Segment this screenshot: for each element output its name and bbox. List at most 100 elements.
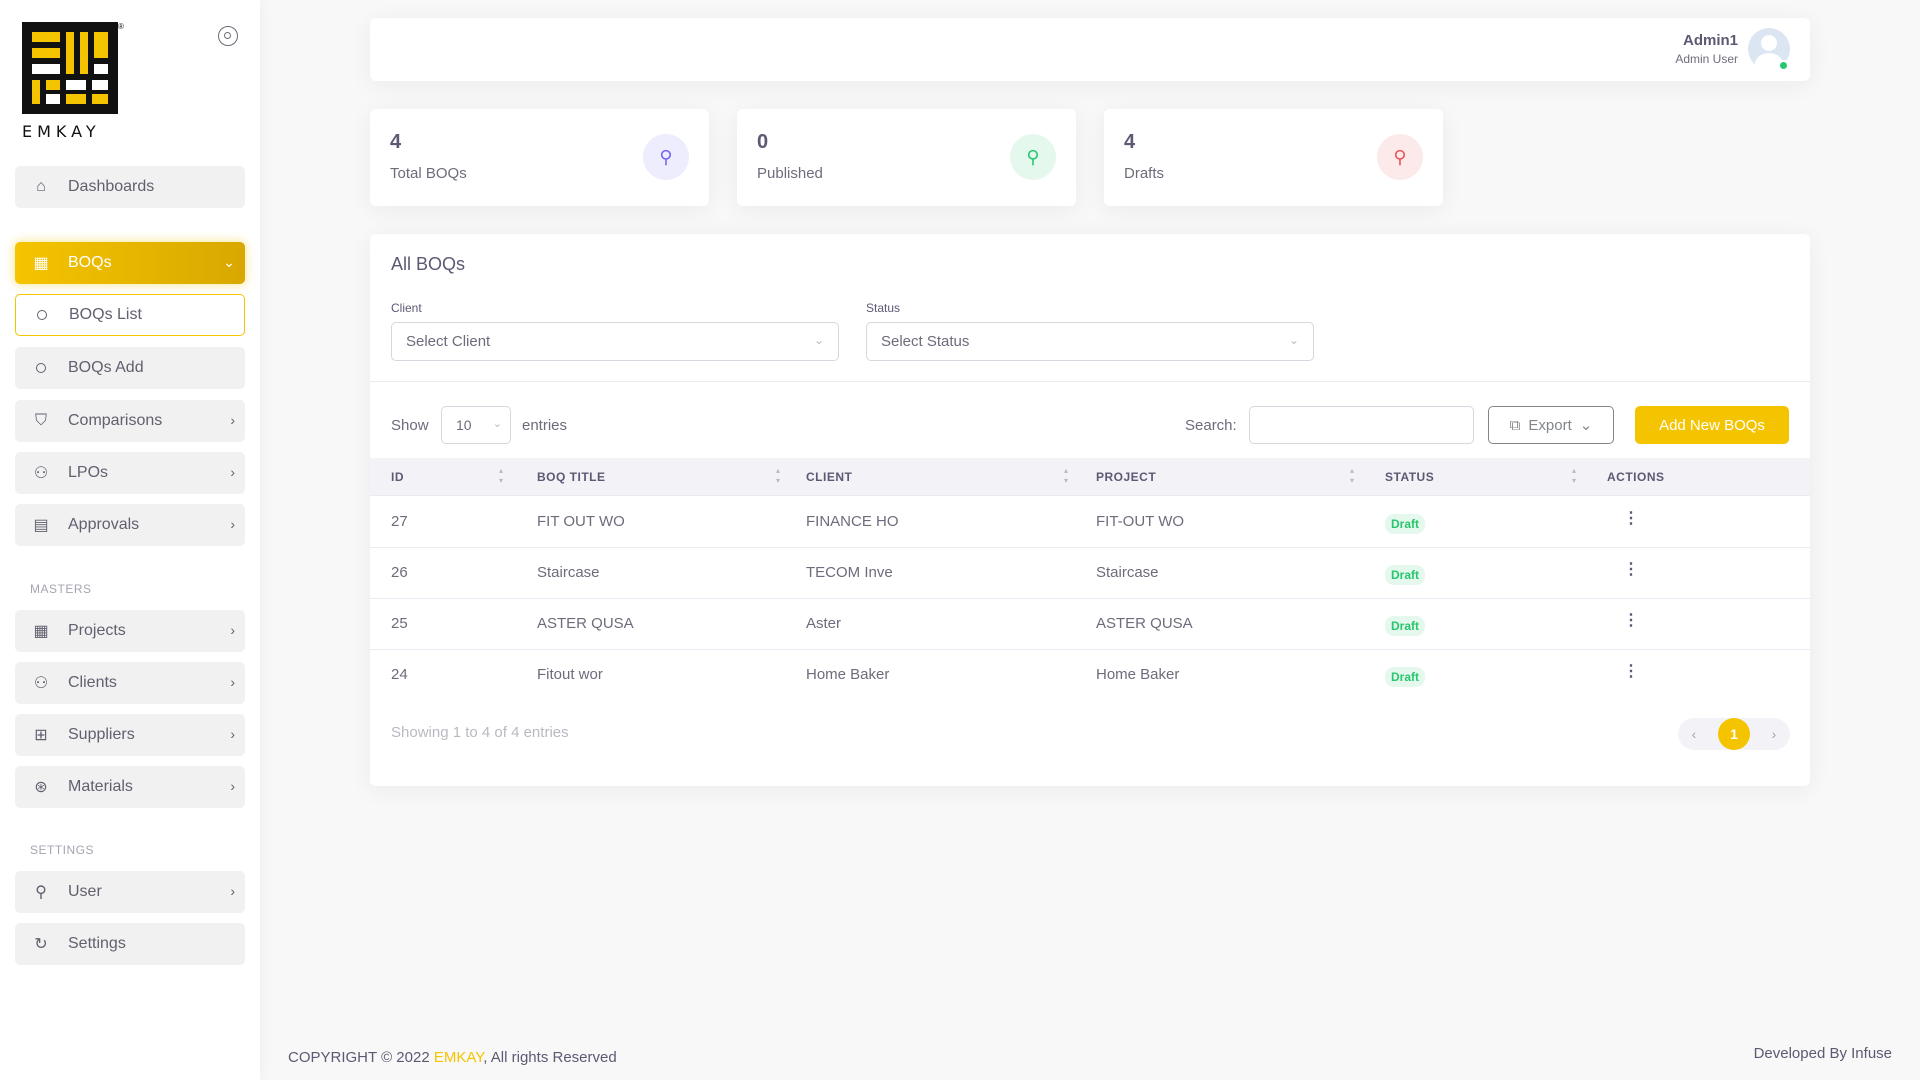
sort-icon[interactable]: ▴ ▾	[1347, 466, 1357, 486]
sidebar-item-boqs-add[interactable]: BOQs Add	[15, 347, 245, 389]
stat-label: Published	[757, 165, 823, 182]
column-header-status[interactable]: STATUS	[1385, 470, 1434, 484]
status-badge: Draft	[1385, 616, 1426, 636]
client-filter-label: Client	[391, 301, 422, 315]
stat-label: Total BOQs	[390, 165, 467, 182]
sort-icon[interactable]: ▴ ▾	[1061, 466, 1071, 486]
circle-icon	[36, 363, 46, 373]
cell-id: 27	[391, 513, 408, 530]
export-button[interactable]: ⧉ Export ⌄	[1488, 406, 1614, 444]
status-badge: Draft	[1385, 667, 1426, 687]
chevron-right-icon: ›	[230, 883, 235, 899]
table-row: 27 FIT OUT WO FINANCE HO FIT-OUT WO Draf…	[370, 497, 1810, 548]
brand-name: EMKAY	[22, 122, 101, 141]
sidebar-item-dashboards[interactable]: ⌂ Dashboards	[15, 166, 245, 208]
more-vertical-icon[interactable]: ⋮	[1623, 511, 1639, 527]
cell-id: 24	[391, 666, 408, 683]
sidebar-item-approvals[interactable]: ▤ Approvals ›	[15, 504, 245, 546]
column-header-actions: ACTIONS	[1607, 470, 1665, 484]
table-row: 25 ASTER QUSA Aster ASTER QUSA Draft ⋮	[370, 599, 1810, 650]
status-badge: Draft	[1385, 565, 1426, 585]
sidebar-item-boqs-list[interactable]: BOQs List	[15, 294, 245, 336]
cell-project: Home Baker	[1096, 666, 1180, 683]
export-label: Export	[1528, 416, 1572, 434]
logo-mark	[22, 22, 118, 114]
cell-client: Home Baker	[806, 666, 890, 683]
stat-card-total: 4 Total BOQs ⚲	[370, 109, 709, 206]
sort-icon[interactable]: ▴ ▾	[773, 466, 783, 486]
sidebar-toggle-icon[interactable]	[218, 26, 238, 46]
previous-page-icon[interactable]: ‹	[1678, 718, 1710, 750]
more-vertical-icon[interactable]: ⋮	[1623, 664, 1639, 680]
more-vertical-icon[interactable]: ⋮	[1623, 562, 1639, 578]
home-icon: ⌂	[36, 178, 46, 195]
client-select[interactable]: Select Client ⌄	[391, 322, 839, 361]
masters-section-label: MASTERS	[30, 582, 92, 596]
entries-select[interactable]: 10 ⌄	[441, 406, 511, 444]
life-buoy-icon: ⊛	[34, 779, 48, 796]
column-header-client[interactable]: CLIENT	[806, 470, 852, 484]
cell-id: 25	[391, 615, 408, 632]
footer-developed-by: Developed By Infuse	[1753, 1045, 1892, 1062]
user-icon: ⚲	[643, 134, 689, 180]
copyright-suffix: , All rights Reserved	[483, 1049, 617, 1066]
cell-title: ASTER QUSA	[537, 615, 634, 632]
status-select-value: Select Status	[881, 333, 970, 350]
brand-logo[interactable]: EMKAY ®	[22, 22, 127, 142]
sidebar-item-label: Materials	[68, 778, 133, 795]
stat-value: 0	[757, 131, 769, 153]
next-page-icon[interactable]: ›	[1758, 718, 1790, 750]
sidebar-item-user[interactable]: ⚲ User ›	[15, 871, 245, 913]
card-title: All BOQs	[391, 254, 466, 274]
search-input[interactable]	[1249, 406, 1474, 444]
sidebar-item-clients[interactable]: ⚇ Clients ›	[15, 662, 245, 704]
sidebar-item-materials[interactable]: ⊛ Materials ›	[15, 766, 245, 808]
sort-icon[interactable]: ▴ ▾	[1569, 466, 1579, 486]
user-role: Admin User	[1675, 52, 1738, 66]
sidebar-item-boqs[interactable]: ▦ BOQs ⌄	[15, 242, 245, 284]
chevron-down-icon: ⌄	[223, 254, 235, 270]
column-header-id[interactable]: ID	[391, 470, 404, 484]
table-row: 24 Fitout wor Home Baker Home Baker Draf…	[370, 650, 1810, 701]
file-icon: ▤	[33, 517, 49, 534]
settings-section-label: SETTINGS	[30, 843, 95, 857]
sidebar-item-settings[interactable]: ↻ Settings	[15, 923, 245, 965]
sidebar-item-label: LPOs	[68, 464, 109, 481]
cell-title: Staircase	[537, 564, 600, 581]
status-select[interactable]: Select Status ⌄	[866, 322, 1314, 361]
sidebar-item-label: Approvals	[68, 516, 140, 533]
sidebar-item-label: Comparisons	[68, 412, 163, 429]
page-button-current[interactable]: 1	[1718, 718, 1750, 750]
cell-client: TECOM Inve	[806, 564, 893, 581]
add-new-boqs-button[interactable]: Add New BOQs	[1635, 406, 1789, 444]
footer-brand-link[interactable]: EMKAY	[434, 1049, 483, 1066]
chevron-right-icon: ›	[230, 726, 235, 742]
map-icon: ⊞	[34, 727, 48, 744]
sidebar-item-suppliers[interactable]: ⊞ Suppliers ›	[15, 714, 245, 756]
status-filter-label: Status	[866, 301, 901, 315]
chevron-down-icon: ⌄	[492, 418, 502, 430]
copyright-prefix: COPYRIGHT © 2022	[288, 1049, 434, 1066]
top-navbar: Admin1 Admin User	[370, 18, 1810, 81]
chevron-down-icon: ⌄	[1288, 333, 1299, 347]
sidebar-item-label: Projects	[68, 622, 126, 639]
user-name[interactable]: Admin1	[1683, 32, 1738, 49]
sidebar-item-lpos[interactable]: ⚇ LPOs ›	[15, 452, 245, 494]
refresh-icon: ↻	[34, 936, 48, 953]
sort-icon[interactable]: ▴ ▾	[496, 466, 506, 486]
cell-title: Fitout wor	[537, 666, 603, 683]
divider	[370, 381, 1810, 382]
sidebar-item-projects[interactable]: ▦ Projects ›	[15, 610, 245, 652]
sidebar-item-comparisons[interactable]: ⛉ Comparisons ›	[15, 400, 245, 442]
column-header-title[interactable]: BOQ TITLE	[537, 470, 606, 484]
client-select-value: Select Client	[406, 333, 491, 350]
cell-project: FIT-OUT WO	[1096, 513, 1185, 530]
more-vertical-icon[interactable]: ⋮	[1623, 613, 1639, 629]
column-header-project[interactable]: PROJECT	[1096, 470, 1156, 484]
table-row: 26 Staircase TECOM Inve Staircase Draft …	[370, 548, 1810, 599]
registered-mark: ®	[118, 22, 124, 31]
grid-icon: ▦	[33, 623, 49, 640]
entries-value: 10	[456, 417, 472, 433]
chevron-right-icon: ›	[230, 674, 235, 690]
cell-client: Aster	[806, 615, 842, 632]
